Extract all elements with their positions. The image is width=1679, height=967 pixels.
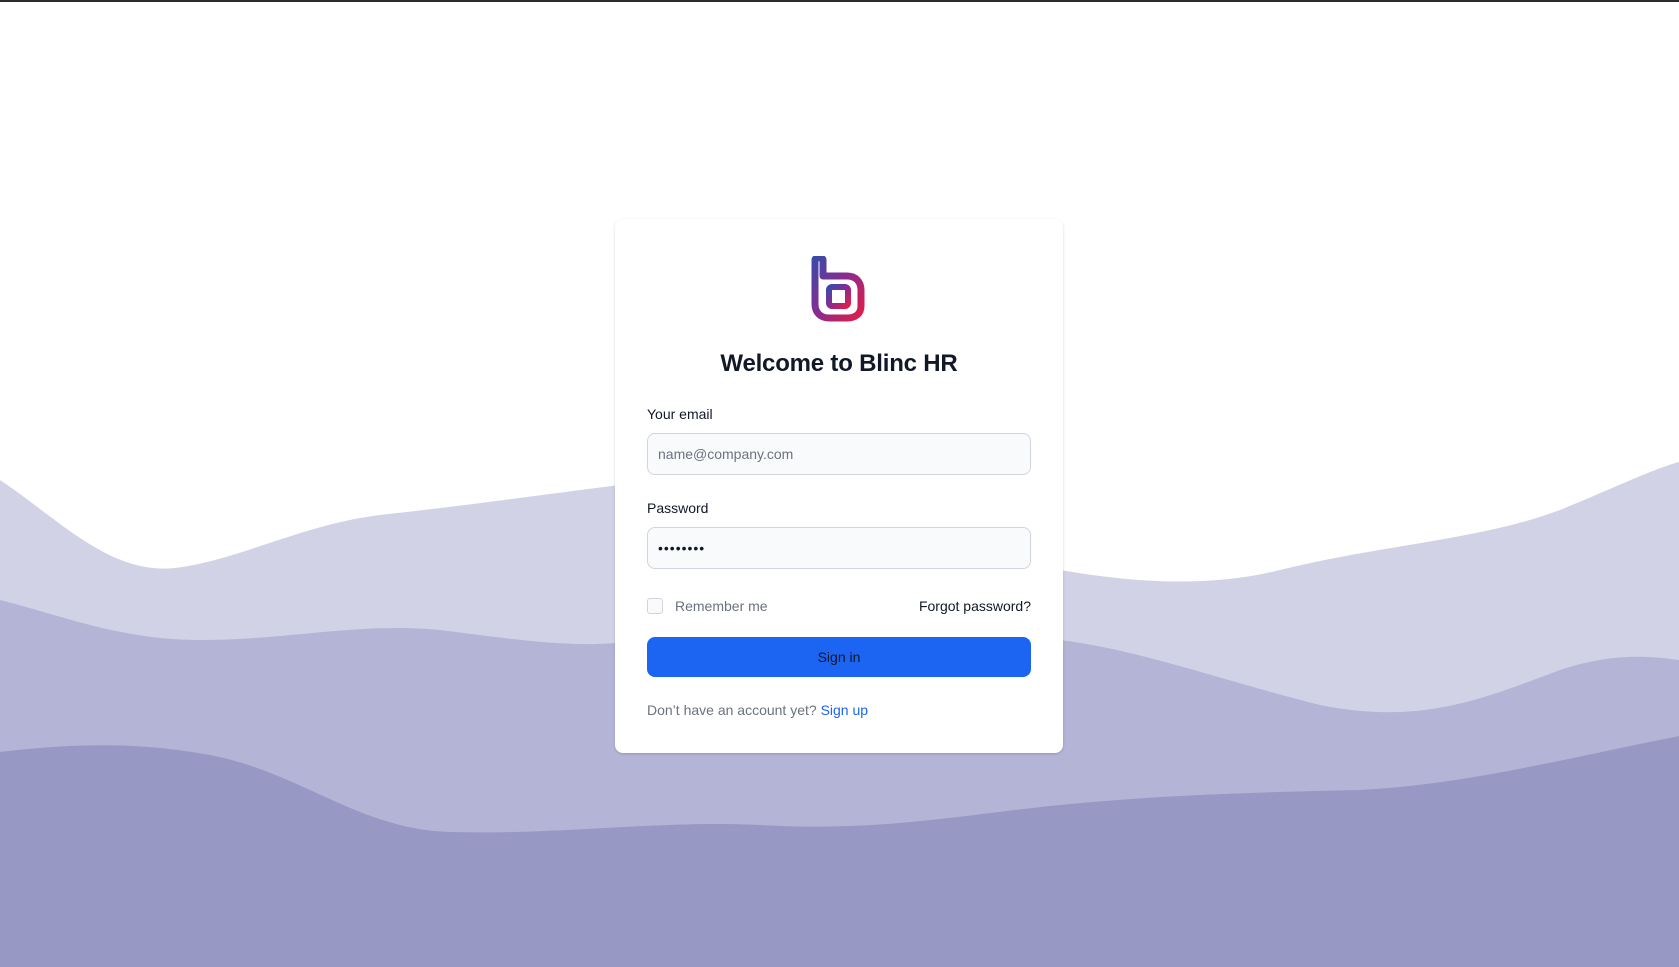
sign-in-button[interactable]: Sign in [647,637,1031,677]
signup-row: Don’t have an account yet? Sign up [647,702,868,718]
remember-row: Remember me Forgot password? [647,596,1031,616]
password-field[interactable] [647,527,1031,569]
password-label: Password [647,500,709,516]
forgot-password-link[interactable]: Forgot password? [919,598,1031,614]
email-field[interactable] [647,433,1031,475]
blinc-logo-icon [811,256,865,322]
login-card: Welcome to Blinc HR Your email Password … [615,219,1063,753]
sign-up-link[interactable]: Sign up [821,702,868,718]
remember-me-checkbox[interactable] [647,598,663,614]
signup-prompt: Don’t have an account yet? [647,702,817,718]
page-title: Welcome to Blinc HR [720,350,958,377]
remember-me-label[interactable]: Remember me [675,598,768,614]
email-label: Your email [647,406,713,422]
